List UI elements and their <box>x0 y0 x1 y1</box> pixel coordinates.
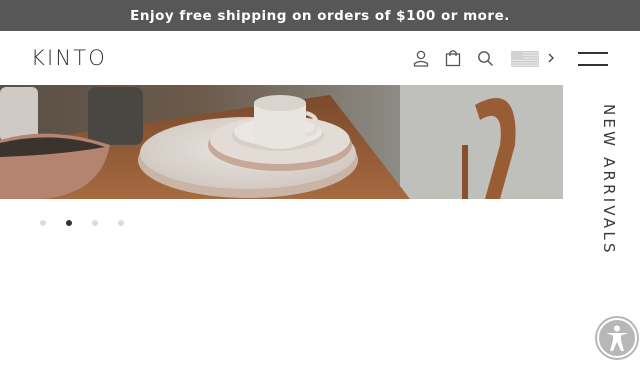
menu-icon[interactable] <box>578 52 608 66</box>
hero-image <box>0 85 563 199</box>
chevron-right-icon[interactable] <box>546 51 556 70</box>
slide-dot-1[interactable] <box>40 220 46 226</box>
accessibility-button[interactable] <box>595 316 639 360</box>
accessibility-icon <box>597 318 637 358</box>
shopping-bag-icon[interactable] <box>445 49 461 67</box>
user-icon[interactable] <box>413 50 429 67</box>
slide-dot-3[interactable] <box>92 220 98 226</box>
site-header: KINTO <box>0 31 640 85</box>
slide-dot-2[interactable] <box>66 220 72 226</box>
kinto-logo[interactable]: KINTO <box>31 46 107 70</box>
search-icon[interactable] <box>477 50 494 67</box>
us-flag-icon[interactable] <box>511 51 539 67</box>
hero-slideshow[interactable] <box>0 85 563 199</box>
new-arrivals-tab[interactable]: NEW ARRIVALS <box>600 104 618 256</box>
announcement-bar: Enjoy free shipping on orders of $100 or… <box>0 0 640 31</box>
slide-dot-4[interactable] <box>118 220 124 226</box>
announcement-text: Enjoy free shipping on orders of $100 or… <box>130 7 510 24</box>
